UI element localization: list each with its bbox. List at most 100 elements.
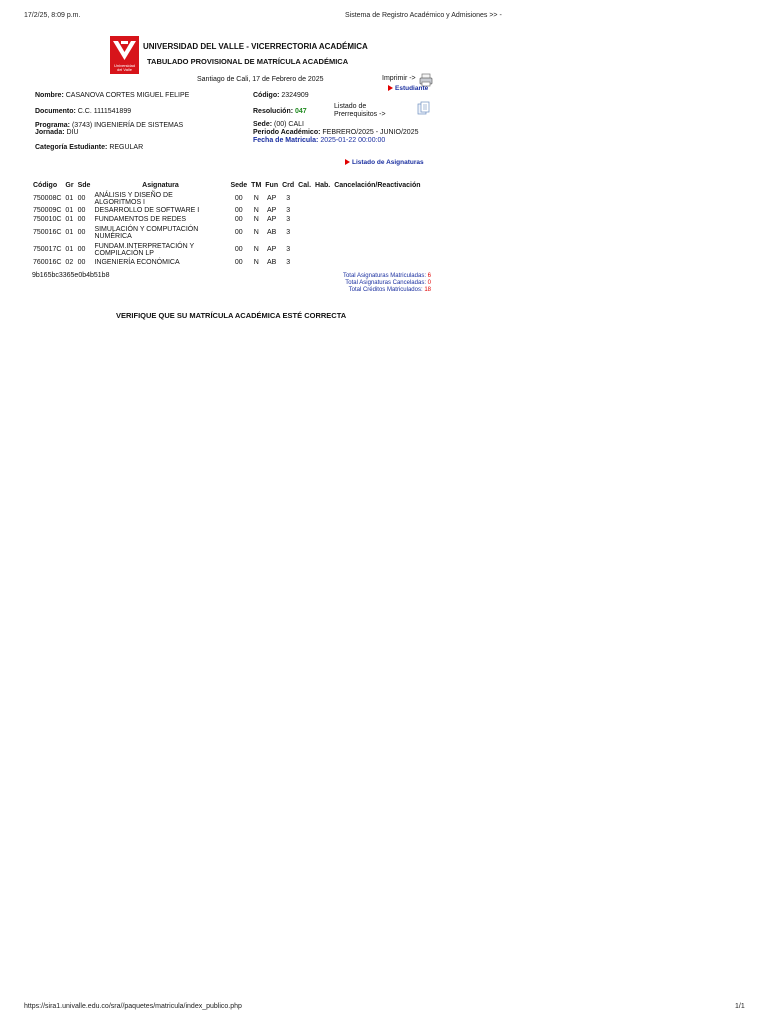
course-name-line2: NUMÉRICA	[94, 232, 132, 240]
course-tm: N	[253, 246, 259, 253]
course-sede: 00	[234, 246, 243, 253]
course-group: 01	[65, 216, 74, 223]
campus-label: Sede:	[253, 121, 273, 128]
print-page-title: Sistema de Registro Académico y Admision…	[345, 12, 502, 19]
student-program: (3743) INGENIERÍA DE SISTEMAS	[71, 122, 184, 129]
col-cal: Cal.	[298, 181, 312, 189]
university-title: UNIVERSIDAD DEL VALLE - VICERRECTORIA AC…	[143, 42, 368, 51]
student-name-row: Nombre: CASANOVA CORTES MIGUEL FELIPE	[35, 92, 189, 99]
print-datetime: 17/2/25, 8:09 p.m.	[24, 12, 81, 19]
print-link[interactable]: Imprimir ->	[382, 75, 416, 82]
course-sde: 00	[77, 246, 86, 253]
course-tm: N	[253, 216, 259, 223]
course-credits: 3	[286, 229, 291, 236]
univalle-logo: Universidad del Valle	[110, 36, 139, 74]
course-sede: 00	[234, 207, 243, 214]
course-group: 01	[65, 246, 74, 253]
student-document: C.C. 1111541899	[77, 108, 132, 115]
col-crd: Crd	[282, 181, 295, 189]
courses-list-link[interactable]: Listado de Asignaturas	[345, 159, 424, 166]
total-enrolled-value: 6	[427, 273, 431, 279]
course-sede: 00	[234, 229, 243, 236]
col-fun: Fun	[265, 181, 279, 189]
col-subject: Asignatura	[142, 181, 179, 189]
red-arrow-icon	[345, 159, 350, 166]
course-code: 750010C	[33, 216, 62, 223]
student-shift: DIU	[66, 129, 79, 136]
enroll-date: 2025-01-22 00:00:00	[320, 137, 386, 144]
course-group: 01	[65, 207, 74, 214]
page-number: 1/1	[735, 1003, 745, 1010]
course-group: 01	[65, 229, 74, 236]
prereq-label-line2: Prerrequisitos ->	[334, 111, 386, 118]
course-fun: AB	[267, 259, 277, 266]
page-url: https://sira1.univalle.edu.co/sra//paque…	[24, 1003, 242, 1010]
course-credits: 3	[286, 246, 291, 253]
col-tm: TM	[251, 181, 262, 189]
course-name: ANÁLISIS Y DISEÑO DE ALGORITMOS I	[92, 191, 228, 206]
course-credits: 3	[286, 216, 291, 223]
total-credits-row: Total Créditos Matriculados: 18	[0, 287, 431, 294]
document-row: Documento: C.C. 1111541899	[35, 108, 131, 115]
course-credits: 3	[286, 195, 291, 202]
course-code: 750008C	[33, 195, 62, 202]
shift-row: Jornada: DIU	[35, 129, 79, 136]
program-label: Programa:	[35, 122, 71, 129]
red-arrow-icon	[388, 85, 393, 92]
col-group: Gr	[65, 181, 74, 189]
col-sede: Sede	[230, 181, 248, 189]
course-code: 750016C	[33, 229, 62, 236]
course-fun: AB	[267, 229, 277, 236]
category-label: Categoría Estudiante:	[35, 144, 108, 151]
course-name-line1: FUNDAM.INTERPRETACIÓN Y	[94, 242, 195, 250]
course-sde: 00	[77, 259, 86, 266]
course-name: FUNDAMENTOS DE REDES	[92, 215, 228, 224]
course-sde: 00	[77, 229, 86, 236]
table-row: 750008C 01 00 ANÁLISIS Y DISEÑO DE ALGORI…	[31, 191, 423, 206]
campus-row: Sede: (00) CALI	[253, 121, 304, 128]
total-credits-value: 18	[424, 287, 431, 293]
academic-period: FEBRERO/2025 - JUNIO/2025	[322, 129, 419, 136]
student-code-row: Código: 2324909	[253, 92, 309, 99]
course-sde: 00	[77, 216, 86, 223]
course-name-line2: ALGORITMOS I	[94, 198, 145, 206]
course-code: 750017C	[33, 246, 62, 253]
course-name: DESARROLLO DE SOFTWARE I	[92, 206, 228, 215]
col-sde: Sde	[77, 181, 91, 189]
total-credits-label: Total Créditos Matriculados:	[348, 287, 423, 293]
course-name-line1: FUNDAMENTOS DE REDES	[94, 216, 187, 223]
program-row: Programa: (3743) INGENIERÍA DE SISTEMAS	[35, 122, 183, 129]
document-title: TABULADO PROVISIONAL DE MATRÍCULA ACADÉM…	[147, 57, 349, 66]
univalle-logo-mark	[113, 41, 136, 60]
total-cancelled-value: 0	[427, 280, 431, 286]
student-link[interactable]: Estudiante	[388, 85, 428, 92]
prereq-label-line1: Listado de	[334, 103, 367, 110]
table-header-row: Código Gr Sde Asignatura Sede TM Fun Crd…	[31, 179, 423, 191]
courses-list-link-label: Listado de Asignaturas	[352, 159, 424, 166]
course-name-line2: COMPILACIÓN LP	[94, 249, 154, 257]
table-row: 750010C 01 00 FUNDAMENTOS DE REDES 00 N …	[31, 215, 423, 224]
table-row: 750017C 01 00 FUNDAM.INTERPRETACIÓN Y COM…	[31, 241, 423, 258]
course-name: SIMULACIÓN Y COMPUTACIÓN NUMÉRICA	[92, 224, 228, 241]
course-sede: 00	[234, 195, 243, 202]
total-cancelled-row: Total Asignaturas Canceladas: 0	[0, 280, 431, 287]
course-group: 02	[65, 259, 74, 266]
col-code: Código	[33, 181, 58, 189]
table-row: 750009C 01 00 DESARROLLO DE SOFTWARE I 0…	[31, 206, 423, 215]
course-sde: 00	[77, 207, 86, 214]
course-credits: 3	[286, 207, 291, 214]
course-tm: N	[253, 207, 259, 214]
enroll-date-row: Fecha de Matricula: 2025-01-22 00:00:00	[253, 137, 385, 144]
total-enrolled-label: Total Asignaturas Matriculadas:	[342, 273, 426, 279]
course-fun: AP	[267, 207, 277, 214]
prereq-link[interactable]: Listado de Prerrequisitos ->	[334, 103, 386, 119]
enroll-date-label: Fecha de Matricula:	[253, 137, 319, 144]
code-label: Código:	[253, 92, 280, 99]
document-icon[interactable]	[417, 101, 430, 115]
course-tm: N	[253, 229, 259, 236]
course-name-line1: SIMULACIÓN Y COMPUTACIÓN	[94, 225, 199, 233]
course-fun: AP	[267, 195, 277, 202]
resolution-value: 047	[295, 108, 307, 115]
category-row: Categoría Estudiante: REGULAR	[35, 144, 143, 151]
table-row: 760016C 02 00 INGENIERÍA ECONÓMICA 00 N …	[31, 258, 423, 267]
